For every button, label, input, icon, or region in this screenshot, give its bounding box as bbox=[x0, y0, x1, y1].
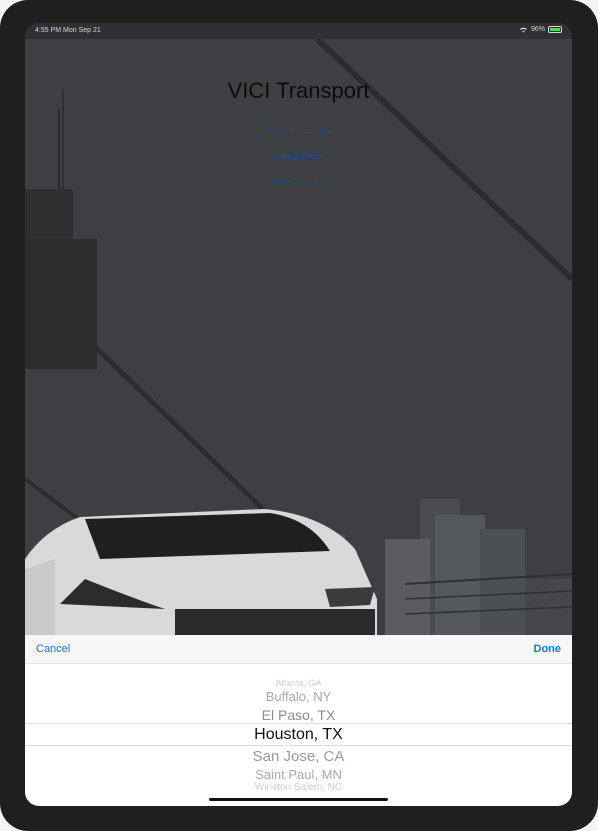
app-title: VICI Transport bbox=[227, 78, 370, 103]
picker-option[interactable]: Atlanta, GA bbox=[25, 678, 572, 688]
picker-option[interactable]: Winston Salem, NC bbox=[25, 781, 572, 791]
status-icons: 96% bbox=[519, 26, 562, 33]
select-price-link[interactable]: Select Price bbox=[25, 151, 572, 161]
status-time: 4:55 PM Mon Sep 21 bbox=[35, 27, 101, 34]
cancel-button[interactable]: Cancel bbox=[36, 643, 70, 655]
screen: 4:55 PM Mon Sep 21 96% VICI Transport Se… bbox=[25, 23, 572, 806]
ipad-frame: 4:55 PM Mon Sep 21 96% VICI Transport Se… bbox=[0, 0, 598, 831]
select-location-link[interactable]: Select Location bbox=[25, 126, 572, 136]
location-picker-sheet: Cancel Done Atlanta, GA Buffalo, NY El P… bbox=[25, 635, 572, 806]
battery-percent: 96% bbox=[530, 26, 545, 33]
status-bar: 4:55 PM Mon Sep 21 96% bbox=[25, 23, 572, 39]
picker-toolbar: Cancel Done bbox=[25, 635, 572, 664]
done-button[interactable]: Done bbox=[534, 643, 562, 655]
picker-option[interactable]: Saint Paul, MN bbox=[25, 767, 572, 782]
battery-icon bbox=[548, 26, 562, 33]
wifi-icon bbox=[519, 27, 527, 33]
picker-option[interactable]: Buffalo, NY bbox=[25, 689, 572, 704]
picker-option[interactable]: El Paso, TX bbox=[25, 707, 572, 723]
select-dates-link[interactable]: Select Dates bbox=[25, 176, 572, 186]
picker-option[interactable]: San Jose, CA bbox=[25, 748, 572, 765]
picker-option-selected[interactable]: Houston, TX bbox=[25, 726, 572, 744]
home-indicator bbox=[209, 798, 388, 801]
